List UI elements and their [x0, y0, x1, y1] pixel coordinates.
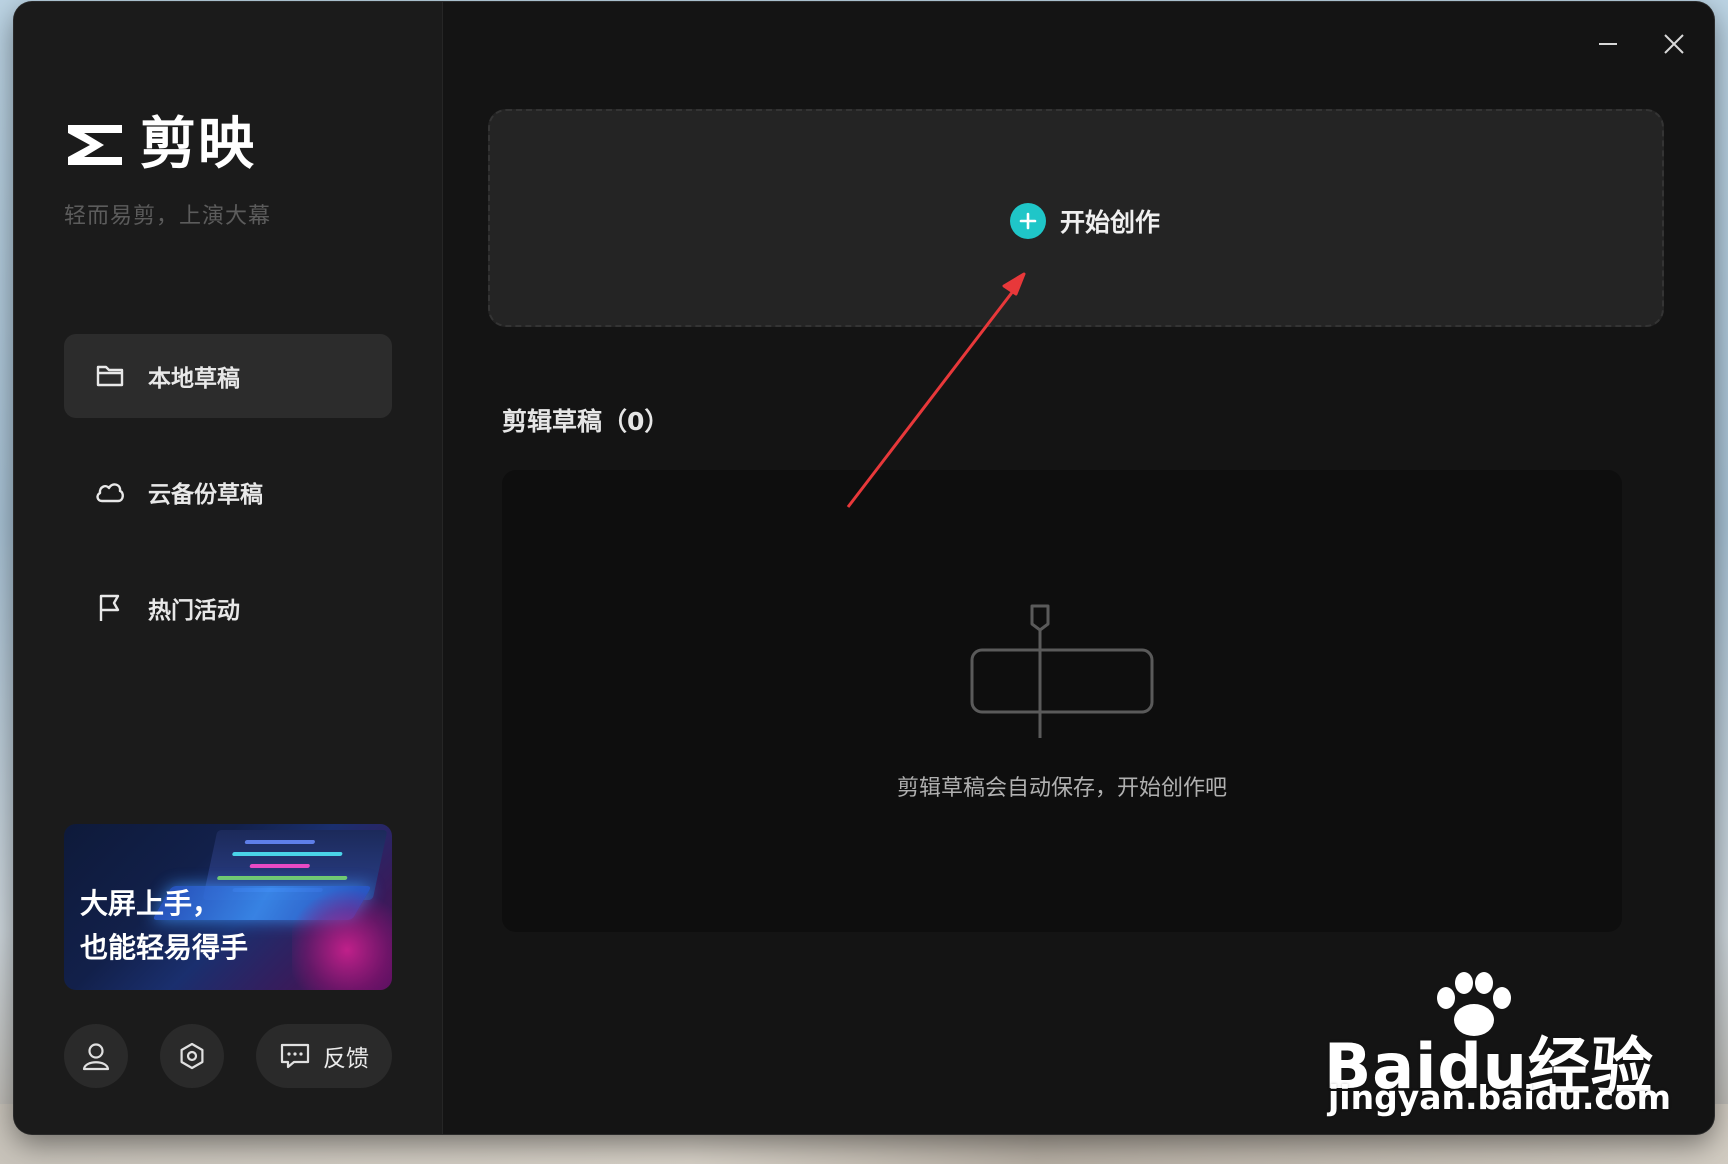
cloud-icon	[94, 476, 126, 508]
promo-image-glow	[292, 890, 392, 990]
chat-icon	[280, 1043, 310, 1069]
feedback-button[interactable]: 反馈	[256, 1024, 392, 1088]
empty-state-text: 剪辑草稿会自动保存，开始创作吧	[896, 776, 1227, 801]
account-button[interactable]	[64, 1024, 128, 1088]
empty-timeline-icon	[970, 604, 1154, 738]
settings-button[interactable]	[160, 1024, 224, 1088]
close-icon	[1664, 34, 1684, 54]
slogan: 轻而易剪，上演大幕	[64, 204, 272, 229]
feedback-label: 反馈	[323, 1046, 369, 1072]
flag-icon	[94, 592, 126, 624]
logo-text: 剪映	[140, 112, 256, 177]
sidebar-item-label: 本地草稿	[148, 366, 240, 392]
minimize-icon	[1599, 43, 1617, 45]
minimize-button[interactable]	[1588, 24, 1628, 64]
sidebar-item-hot-events[interactable]: 热门活动	[64, 566, 392, 650]
user-icon	[82, 1043, 110, 1071]
sidebar-item-label: 云备份草稿	[148, 482, 263, 508]
sidebar-item-cloud-drafts[interactable]: 云备份草稿	[64, 450, 392, 534]
app-window: 剪映 轻而易剪，上演大幕 本地草稿 云备份草稿 热门活动 大屏上手， 也能轻易得…	[14, 2, 1714, 1134]
sidebar: 剪映 轻而易剪，上演大幕 本地草稿 云备份草稿 热门活动 大屏上手， 也能轻易得…	[14, 2, 443, 1134]
sidebar-item-label: 热门活动	[148, 598, 240, 624]
folder-icon	[94, 360, 126, 392]
promo-text: 大屏上手， 也能轻易得手	[80, 887, 249, 964]
drafts-panel: 剪辑草稿会自动保存，开始创作吧	[502, 470, 1622, 932]
start-creation-label: 开始创作	[1060, 208, 1161, 237]
plus-icon	[1010, 203, 1046, 239]
drafts-section-title: 剪辑草稿（0）	[502, 407, 670, 436]
close-button[interactable]	[1654, 24, 1694, 64]
start-creation-button[interactable]: 开始创作	[488, 109, 1664, 327]
promo-banner[interactable]: 大屏上手， 也能轻易得手	[64, 824, 392, 990]
settings-icon	[180, 1042, 204, 1070]
app-logo: 剪映	[64, 117, 256, 173]
capcut-logo-icon	[68, 125, 122, 165]
sidebar-item-local-drafts[interactable]: 本地草稿	[64, 334, 392, 418]
